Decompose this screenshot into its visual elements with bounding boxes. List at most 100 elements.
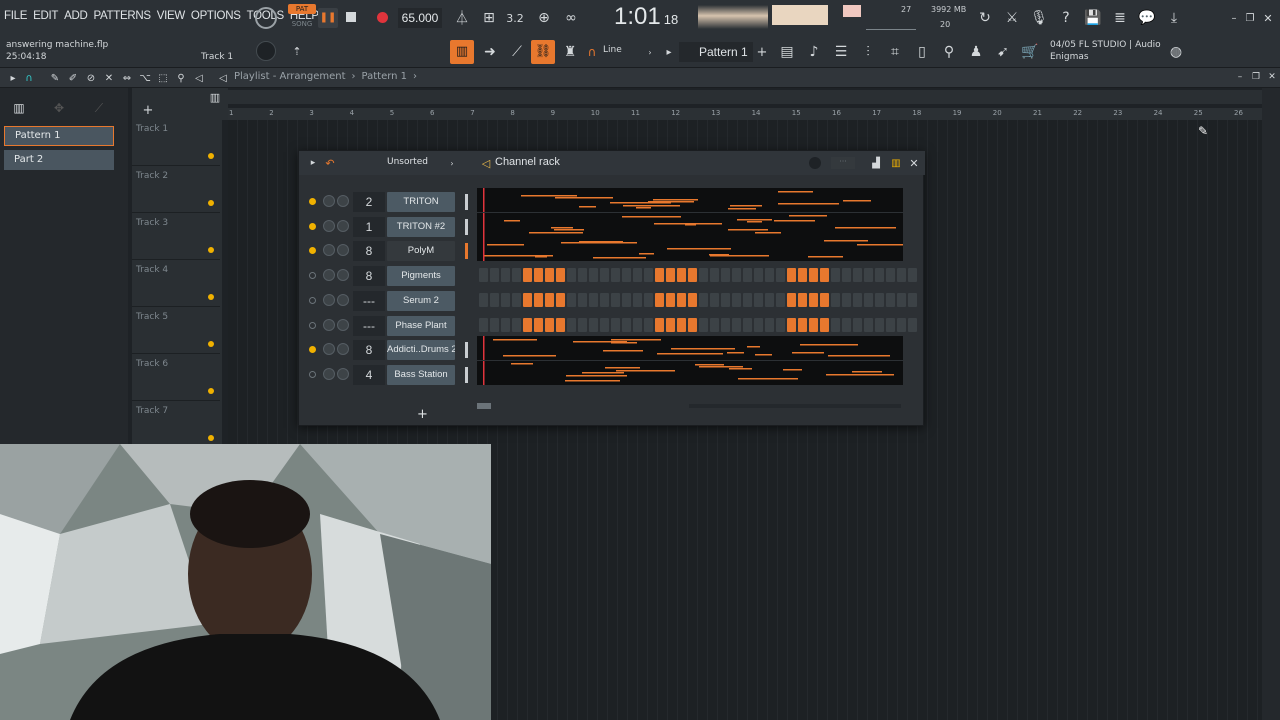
step-button[interactable]	[633, 292, 642, 307]
step-button[interactable]	[710, 292, 719, 307]
step-button[interactable]	[534, 268, 543, 283]
rack-scrollbar[interactable]	[689, 404, 901, 408]
step-button[interactable]	[578, 292, 587, 307]
step-button[interactable]	[699, 317, 708, 332]
step-button[interactable]	[578, 317, 587, 332]
record-button[interactable]	[377, 12, 388, 23]
minimize-icon[interactable]: –	[1228, 12, 1240, 24]
step-button[interactable]	[842, 292, 851, 307]
swing-knob[interactable]	[809, 157, 821, 169]
step-button[interactable]	[721, 317, 730, 332]
step-button[interactable]	[787, 317, 796, 332]
track-enable-led[interactable]	[208, 200, 214, 206]
slip-icon[interactable]: ⇔	[120, 71, 134, 85]
step-button[interactable]	[787, 292, 796, 307]
channel-pan-knob[interactable]	[323, 269, 335, 282]
playlist-arrow-icon[interactable]: ◁	[216, 71, 230, 85]
step-button[interactable]	[710, 268, 719, 283]
rack-close-icon[interactable]: ✕	[907, 156, 921, 170]
step-button[interactable]	[820, 292, 829, 307]
step-button[interactable]	[875, 268, 884, 283]
channel-volume-knob[interactable]	[337, 195, 349, 207]
zoom-icon[interactable]: ⚲	[174, 71, 188, 85]
step-button[interactable]	[589, 317, 598, 332]
step-button[interactable]	[512, 292, 521, 307]
step-button[interactable]	[721, 268, 730, 283]
browser-icon[interactable]: ⌗	[885, 42, 905, 62]
step-button[interactable]	[820, 317, 829, 332]
step-button[interactable]	[644, 268, 653, 283]
channel-select-indicator[interactable]	[465, 342, 468, 359]
channel-rack-icon[interactable]: ☰	[831, 42, 851, 62]
menu-edit[interactable]: EDIT	[33, 10, 58, 22]
step-button[interactable]	[809, 268, 818, 283]
mixer-view-icon[interactable]: ⫶	[858, 42, 878, 62]
step-button[interactable]	[578, 268, 587, 283]
channel-enable-led[interactable]	[309, 247, 316, 255]
channel-mixer-track[interactable]: 8	[353, 340, 385, 361]
step-button[interactable]	[633, 268, 642, 283]
step-button[interactable]	[831, 317, 840, 332]
channel-volume-knob[interactable]	[337, 269, 349, 282]
save-icon[interactable]: 💾	[1083, 8, 1103, 28]
channel-pan-knob[interactable]	[323, 293, 335, 306]
channel-piano-roll-preview[interactable]	[477, 237, 925, 262]
step-button[interactable]	[765, 292, 774, 307]
step-button[interactable]	[776, 268, 785, 283]
channel-mixer-track[interactable]: 8	[353, 241, 385, 262]
loop-record-icon[interactable]: ∞	[561, 8, 581, 28]
step-button[interactable]	[897, 317, 906, 332]
speaker-icon[interactable]: ◁	[192, 71, 206, 85]
step-button[interactable]	[479, 317, 488, 332]
panic-icon[interactable]: ⚔	[1002, 8, 1022, 28]
step-button[interactable]	[545, 268, 554, 283]
step-button[interactable]	[600, 292, 609, 307]
step-button[interactable]	[512, 317, 521, 332]
track-header[interactable]: Track 2	[132, 167, 220, 213]
step-button[interactable]	[677, 292, 686, 307]
track-header[interactable]: Track 4	[132, 261, 220, 307]
snap-selector[interactable]: Line	[603, 45, 622, 55]
step-button[interactable]	[831, 268, 840, 283]
magnet-snap-icon[interactable]: ∩	[585, 44, 599, 60]
magnet-icon[interactable]: ∩	[22, 71, 36, 85]
channel-volume-knob[interactable]	[337, 318, 349, 331]
track-header[interactable]: Track 1	[132, 120, 220, 166]
channel-select-indicator[interactable]	[465, 194, 468, 210]
step-button[interactable]	[523, 292, 532, 307]
snap-dropdown-icon[interactable]: ›	[645, 45, 655, 59]
menu-file[interactable]: FILE	[4, 10, 27, 22]
pat-song-toggle[interactable]: PAT SONG	[288, 4, 316, 32]
step-button[interactable]	[589, 268, 598, 283]
step-button[interactable]	[754, 292, 763, 307]
step-button[interactable]	[655, 317, 664, 332]
step-button[interactable]	[798, 317, 807, 332]
step-button[interactable]	[908, 317, 917, 332]
rack-scroll-handle[interactable]	[477, 403, 491, 409]
chat-icon[interactable]: 💬	[1137, 8, 1157, 28]
step-button[interactable]	[732, 268, 741, 283]
step-button[interactable]	[875, 292, 884, 307]
channel-select-indicator[interactable]	[465, 366, 468, 383]
step-button[interactable]	[831, 292, 840, 307]
channel-enable-led[interactable]	[309, 272, 316, 280]
step-button[interactable]	[523, 268, 532, 283]
channel-filter-selector[interactable]: Unsorted	[387, 157, 428, 167]
master-volume-knob[interactable]	[255, 7, 277, 29]
channel-name-button[interactable]: Serum 2	[387, 290, 455, 311]
channel-volume-knob[interactable]	[337, 367, 349, 380]
step-button[interactable]	[908, 292, 917, 307]
brush-icon[interactable]: ⟋	[507, 42, 527, 62]
track-volume-knob[interactable]	[256, 41, 276, 61]
channel-pan-knob[interactable]	[323, 318, 335, 331]
step-button[interactable]	[732, 317, 741, 332]
pencil-icon[interactable]: ✎	[48, 71, 62, 85]
step-button[interactable]	[534, 317, 543, 332]
step-button[interactable]	[798, 292, 807, 307]
step-button[interactable]	[622, 292, 631, 307]
channel-pan-knob[interactable]	[323, 244, 335, 257]
graph-editor-icon[interactable]: ▟	[869, 156, 883, 170]
channel-enable-led[interactable]	[309, 198, 316, 205]
step-button[interactable]	[677, 268, 686, 283]
channel-piano-roll-preview[interactable]	[477, 188, 903, 212]
